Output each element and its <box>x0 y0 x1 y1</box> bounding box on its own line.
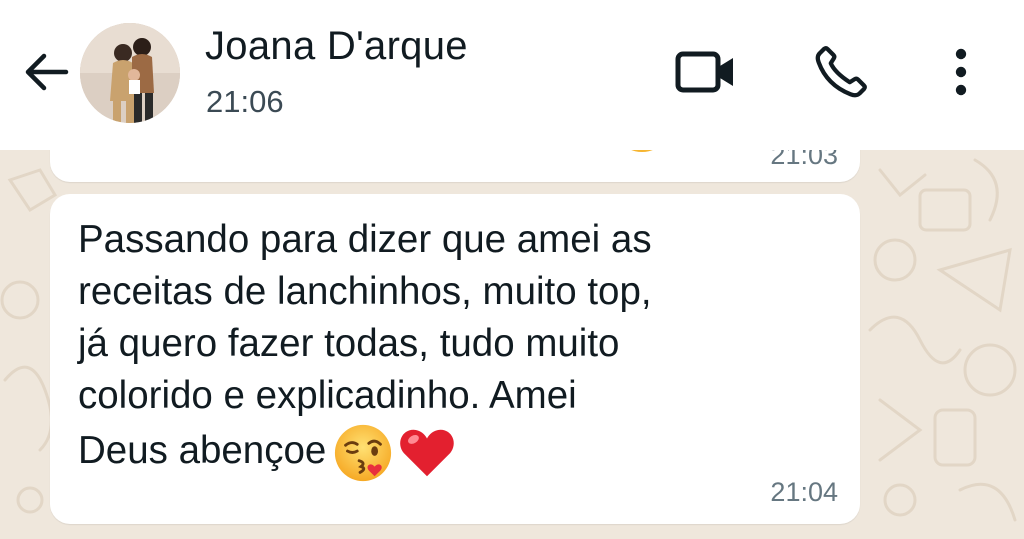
voice-call-button[interactable] <box>806 40 876 104</box>
message-time: 21:03 <box>770 150 838 170</box>
chat-area[interactable]: 21:03 Passando para dizer que amei as re… <box>0 150 1024 539</box>
video-camera-icon <box>675 51 733 93</box>
back-button[interactable] <box>20 48 72 96</box>
contact-name[interactable]: Joana D'arque <box>205 24 468 69</box>
video-call-button[interactable] <box>668 42 744 102</box>
emoji-group <box>332 422 458 484</box>
partial-emoji <box>631 150 653 152</box>
message-text: Passando para dizer que amei as receitas… <box>78 214 778 484</box>
contact-status: 21:06 <box>206 84 284 119</box>
message-line-with-emojis: Deus abençoe <box>78 422 778 484</box>
message-bubble[interactable]: 21:03 <box>50 150 860 182</box>
chat-header: Joana D'arque 21:06 <box>0 0 1024 150</box>
message-line: já quero fazer todas, tudo muito <box>78 322 620 365</box>
red-heart-icon <box>400 429 455 477</box>
message-line: Deus abençoe <box>78 429 327 473</box>
kissing-face-icon <box>335 424 392 482</box>
phone-icon <box>815 46 867 98</box>
more-vertical-icon <box>955 48 967 96</box>
profile-photo <box>80 23 180 123</box>
message-line: Passando para dizer que amei as <box>78 218 652 261</box>
arrow-left-icon <box>25 53 69 91</box>
message-bubble[interactable]: Passando para dizer que amei as receitas… <box>50 194 860 524</box>
avatar[interactable] <box>80 23 180 123</box>
message-line: colorido e explicadinho. Amei <box>78 374 577 417</box>
message-line: receitas de lanchinhos, muito top, <box>78 270 652 313</box>
more-options-button[interactable] <box>938 40 984 104</box>
message-time: 21:04 <box>770 477 838 507</box>
